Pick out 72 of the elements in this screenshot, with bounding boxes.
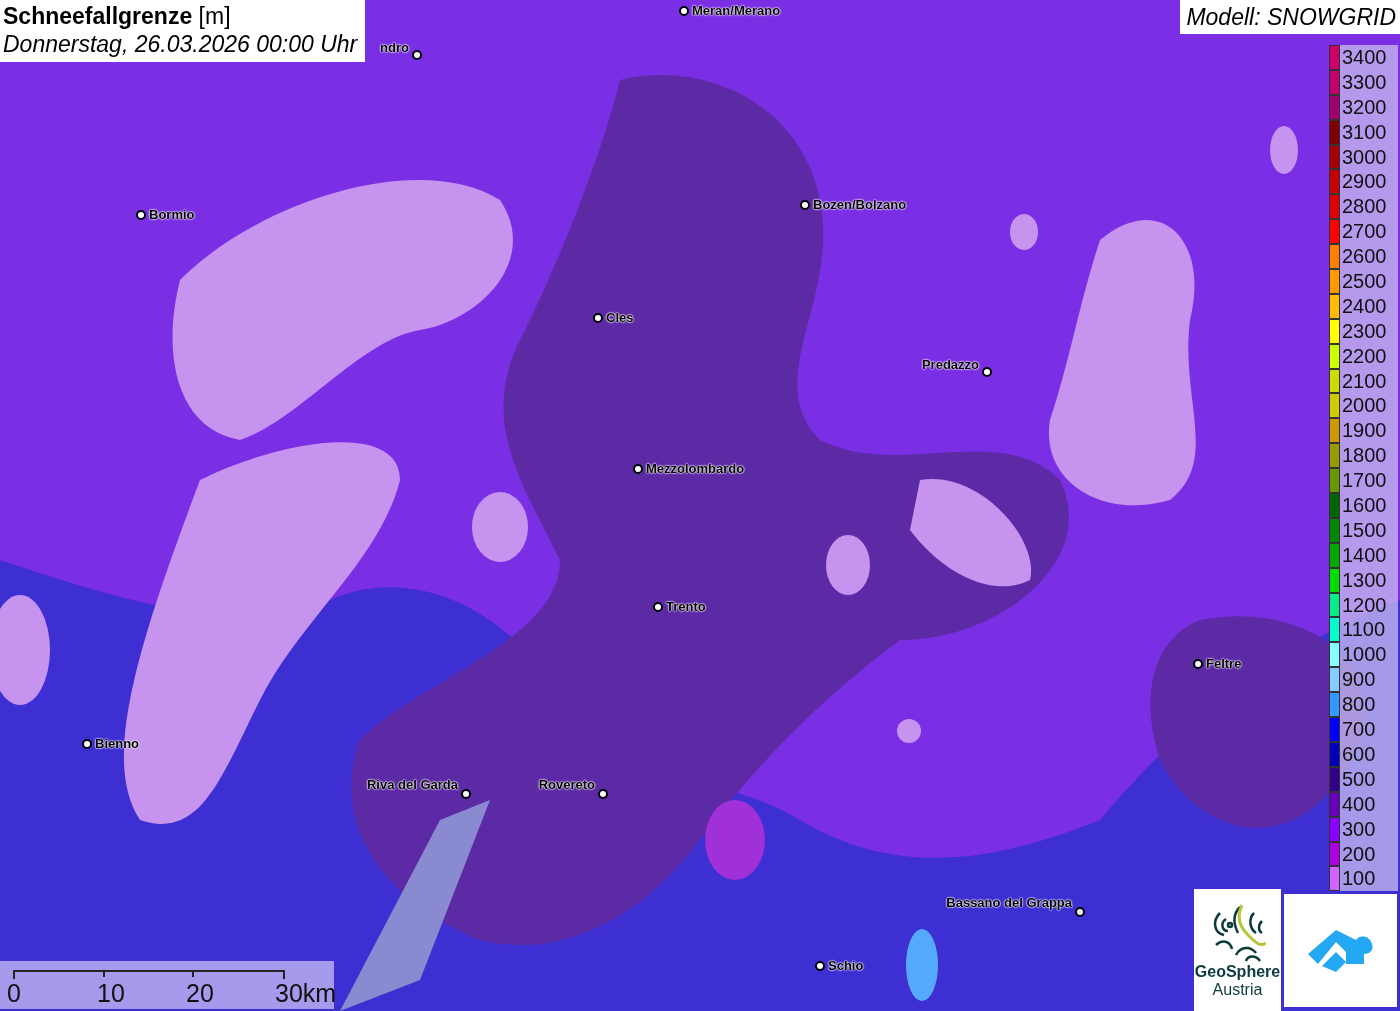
- scale-label: 20: [186, 979, 214, 1008]
- legend-label: 1200: [1340, 592, 1398, 618]
- legend-label: 1600: [1340, 493, 1398, 518]
- town-label: ndro: [380, 40, 409, 55]
- model-label: Modell: SNOWGRID: [1180, 0, 1400, 34]
- town-label: Cles: [606, 310, 634, 325]
- legend-label: 700: [1340, 717, 1398, 742]
- town-label: Trento: [666, 599, 706, 614]
- legend-label: 3400: [1340, 45, 1398, 70]
- legend-label: 200: [1340, 841, 1398, 867]
- forecast-date: Donnerstag, 26.03.2026 00:00 Uhr: [3, 30, 358, 58]
- legend-label: 900: [1340, 667, 1398, 693]
- legend-label: 1500: [1340, 517, 1398, 543]
- town-marker-icon: [136, 209, 146, 220]
- town-label: Rovereto: [538, 777, 595, 792]
- legend-label: 1700: [1340, 468, 1398, 494]
- town-marker-icon: [679, 5, 689, 16]
- legend-label: 300: [1340, 816, 1398, 842]
- legend-label: 3200: [1340, 94, 1398, 120]
- town-marker-icon: [1193, 658, 1203, 669]
- town-label: Mezzolombardo: [646, 461, 745, 476]
- legend-label: 3100: [1340, 119, 1398, 145]
- town-label: Schio: [828, 958, 864, 973]
- town-marker-icon: [982, 367, 992, 377]
- town-marker-icon: [598, 789, 608, 799]
- town-label: Predazzo: [921, 357, 979, 372]
- legend-label: 2600: [1340, 244, 1398, 269]
- legend-label: 2200: [1340, 343, 1398, 369]
- legend-label: 2500: [1340, 269, 1398, 294]
- legend-label: 2000: [1340, 393, 1398, 419]
- town-label: Bozen/Bolzano: [813, 197, 907, 212]
- town-label: Bormio: [149, 207, 195, 222]
- legend-label: 800: [1340, 692, 1398, 718]
- town-marker-icon: [1075, 907, 1085, 917]
- legend-label: 1000: [1340, 642, 1398, 668]
- town-marker-icon: [653, 601, 663, 612]
- scale-label: 10: [97, 979, 125, 1008]
- town-label: Bassano del Grappa: [946, 895, 1072, 910]
- legend-label: 1100: [1340, 617, 1398, 643]
- map-title: Schneefallgrenze [m]: [3, 2, 232, 30]
- town-marker-icon: [461, 789, 471, 799]
- legend-label: 400: [1340, 791, 1398, 817]
- logo-subtitle: Austria: [1212, 981, 1263, 999]
- legend-label: 500: [1340, 766, 1398, 792]
- legend-label: 3300: [1340, 69, 1398, 95]
- legend-label: 3000: [1340, 144, 1398, 170]
- scale-label: 30km: [275, 979, 337, 1008]
- town-marker-icon: [815, 960, 825, 971]
- legend-label: 2900: [1340, 169, 1398, 195]
- scale-label: 0: [7, 979, 21, 1008]
- legend-label: 2700: [1340, 219, 1398, 245]
- legend-label: 2300: [1340, 318, 1398, 344]
- town-marker-icon: [412, 50, 422, 60]
- legend-label: 2100: [1340, 368, 1398, 394]
- legend-label: 1300: [1340, 567, 1398, 593]
- legend-label: 1400: [1340, 542, 1398, 568]
- legend-label: 2400: [1340, 293, 1398, 319]
- town-marker-icon: [593, 312, 603, 323]
- town-label: Meran/Merano: [692, 3, 781, 18]
- legend-label: 1900: [1340, 418, 1398, 444]
- town-marker-icon: [800, 199, 810, 210]
- logo-name: GeoSphere: [1194, 963, 1281, 981]
- town-label: Riva del Garda: [366, 777, 458, 792]
- legend-label: 100: [1340, 866, 1398, 892]
- legend-label: 2800: [1340, 194, 1398, 220]
- town-marker-icon: [82, 738, 92, 749]
- town-label: Feltre: [1206, 656, 1242, 671]
- roof-cloud-logo-icon: [1307, 927, 1374, 974]
- scale-bar-icon: [12, 967, 286, 981]
- legend-label: 1800: [1340, 443, 1398, 469]
- legend-label: 600: [1340, 741, 1398, 767]
- town-marker-icon: [633, 463, 643, 474]
